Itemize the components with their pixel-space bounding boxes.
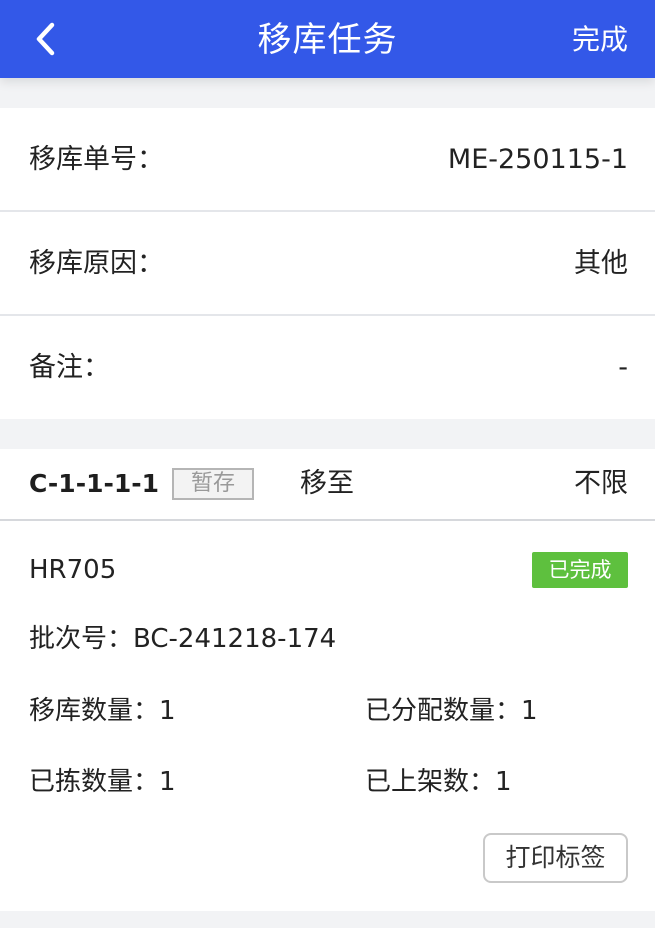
order-number-value: ME-250115-1 (447, 144, 628, 175)
remark-value: - (618, 352, 628, 383)
move-reason-label: 移库原因： (29, 248, 164, 279)
move-reason-row: 移库原因： 其他 (0, 212, 655, 316)
shelved-qty-value: 1 (495, 767, 512, 797)
item-code: HR705 (29, 555, 117, 585)
shelved-qty-label: 已上架数： (365, 767, 496, 797)
shelved-qty-field: 已上架数：1 (365, 764, 512, 800)
order-number-label: 移库单号： (29, 144, 164, 175)
remark-label: 备注： (29, 352, 110, 383)
page-title: 移库任务 (257, 20, 398, 60)
move-reason-value: 其他 (574, 248, 628, 279)
remark-row: 备注： - (0, 316, 655, 419)
allocated-qty-field: 已分配数量：1 (365, 693, 538, 729)
move-qty-value: 1 (159, 696, 176, 726)
source-location: C-1-1-1-1 (29, 469, 160, 498)
order-number-row: 移库单号： ME-250115-1 (0, 108, 655, 212)
move-task-card: C-1-1-1-1 暂存 移至 不限 HR705 已完成 批次号：BC-2412… (0, 449, 655, 911)
move-to-label: 移至 (300, 468, 354, 499)
move-qty-label: 移库数量： (29, 696, 160, 726)
order-info-card: 移库单号： ME-250115-1 移库原因： 其他 备注： - (0, 108, 655, 419)
destination-location: 不限 (574, 468, 628, 499)
task-card-header: C-1-1-1-1 暂存 移至 不限 (0, 449, 655, 521)
batch-field: 批次号：BC-241218-174 (29, 621, 336, 657)
picked-qty-field: 已拣数量：1 (29, 764, 176, 800)
move-qty-field: 移库数量：1 (29, 693, 176, 729)
batch-value: BC-241218-174 (133, 624, 337, 654)
status-badge: 已完成 (532, 552, 628, 588)
top-nav-bar: 移库任务 完成 (0, 0, 655, 78)
location-type-tag: 暂存 (172, 468, 254, 500)
allocated-qty-label: 已分配数量： (365, 696, 522, 726)
picked-qty-label: 已拣数量： (29, 767, 160, 797)
done-button[interactable]: 完成 (572, 22, 628, 58)
batch-label: 批次号： (29, 624, 134, 654)
allocated-qty-value: 1 (521, 696, 538, 726)
picked-qty-value: 1 (159, 767, 176, 797)
print-label-button[interactable]: 打印标签 (483, 833, 628, 883)
